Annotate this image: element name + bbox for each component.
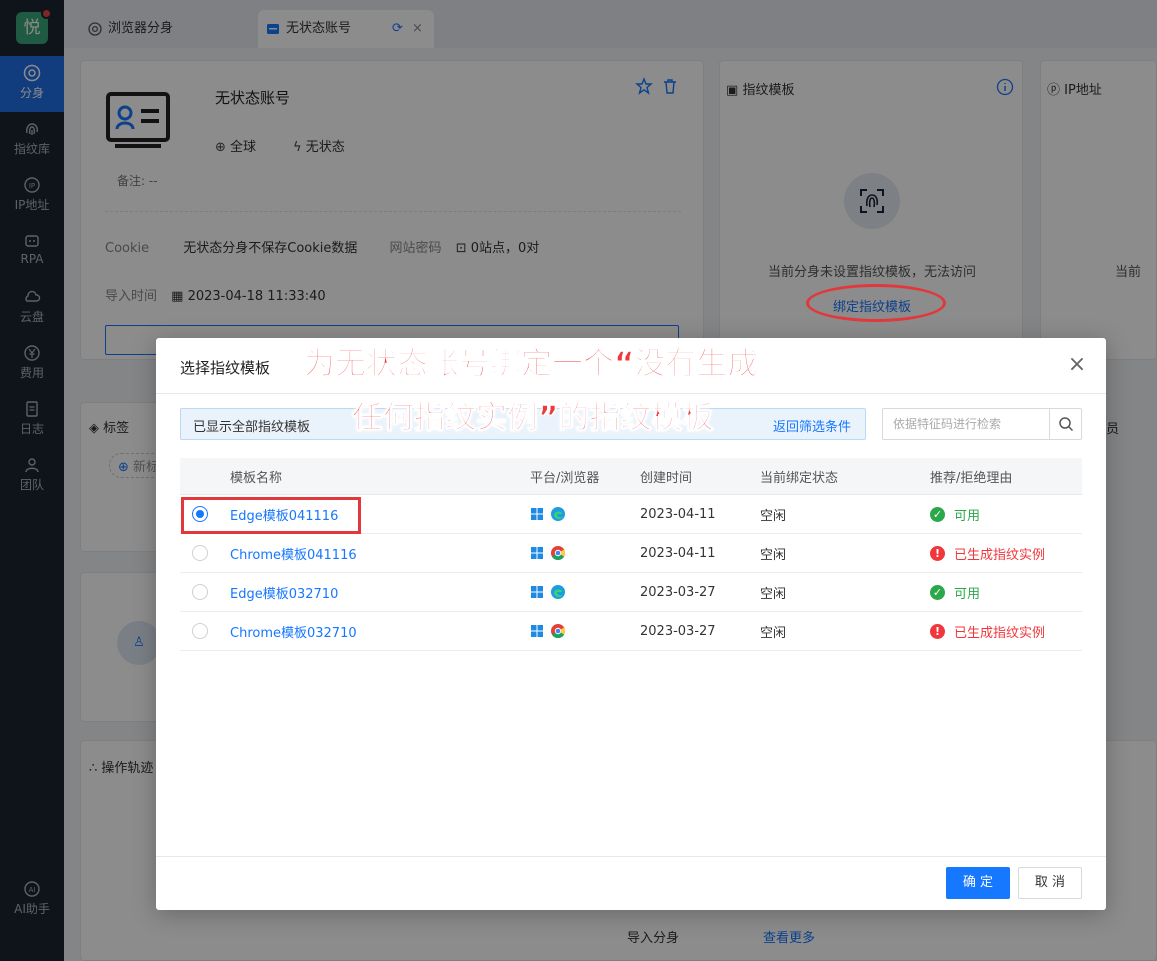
platform-cell (530, 573, 566, 611)
annotation-line-2: 任何指纹实例”的指纹模板 (351, 400, 714, 437)
radio-cell (192, 573, 208, 611)
date-cell: 2023-03-27 (640, 623, 716, 639)
column-header: 平台/浏览器 (530, 470, 600, 486)
template-table: 模板名称 平台/浏览器 创建时间 当前绑定状态 推荐/拒绝理由 Edge模板04… (180, 458, 1082, 651)
search-box (882, 408, 1082, 440)
check-icon: ✓ (930, 584, 945, 600)
table-header: 模板名称 平台/浏览器 创建时间 当前绑定状态 推荐/拒绝理由 (180, 458, 1082, 495)
name-cell: Chrome模板041116 (230, 534, 357, 572)
date-cell: 2023-04-11 (640, 506, 716, 522)
edge-icon (550, 506, 566, 522)
column-header: 当前绑定状态 (760, 470, 839, 486)
reason-badge: ✓ 可用 (930, 505, 980, 524)
column-header: 模板名称 (230, 470, 283, 486)
platform-cell (530, 612, 566, 650)
reason-text: 可用 (954, 508, 981, 524)
warning-icon: ! (930, 623, 945, 639)
reason-cell: ! 已生成指纹实例 (930, 534, 1045, 572)
table-row[interactable]: Edge模板032710 2023-03-27 空闲 ✓ 可用 (180, 573, 1082, 612)
reason-badge: ! 已生成指纹实例 (930, 544, 1045, 563)
status-cell: 空闲 (760, 508, 787, 524)
confirm-button[interactable]: 确 定 (946, 867, 1010, 899)
name-cell: Chrome模板032710 (230, 612, 357, 650)
windows-icon (530, 507, 544, 521)
column-header: 推荐/拒绝理由 (930, 470, 1013, 486)
check-icon: ✓ (930, 506, 945, 522)
template-radio[interactable] (192, 584, 208, 600)
reason-cell: ✓ 可用 (930, 495, 980, 533)
filter-text: 已显示全部指纹模板 (193, 420, 311, 435)
reason-text: 已生成指纹实例 (954, 547, 1046, 563)
close-icon[interactable]: × (1066, 354, 1088, 376)
status-cell: 空闲 (760, 625, 787, 641)
warning-icon: ! (930, 545, 945, 561)
reason-text: 可用 (954, 586, 981, 602)
template-radio[interactable] (192, 623, 208, 639)
name-cell: Edge模板032710 (230, 573, 338, 611)
template-name-link[interactable]: Chrome模板032710 (230, 622, 357, 641)
template-name-link[interactable]: Chrome模板041116 (230, 544, 357, 563)
chrome-icon (550, 545, 566, 561)
platform-cell (530, 495, 566, 533)
date-cell: 2023-04-11 (640, 545, 716, 561)
annotation-line-1: 为无状态账号绑定一个“没有生成 (303, 346, 759, 383)
windows-icon (530, 585, 544, 599)
cancel-button[interactable]: 取 消 (1018, 867, 1082, 899)
modal-title: 选择指纹模板 (180, 359, 271, 377)
date-cell: 2023-03-27 (640, 584, 716, 600)
modal-footer: 确 定 取 消 (156, 856, 1106, 910)
table-row[interactable]: Chrome模板041116 2023-04-11 空闲! 已生成指纹实例 (180, 534, 1082, 573)
chrome-icon (550, 623, 566, 639)
reason-badge: ✓ 可用 (930, 583, 980, 602)
search-button[interactable] (1049, 409, 1081, 439)
platform-cell (530, 534, 566, 572)
windows-icon (530, 624, 544, 638)
reason-cell: ✓ 可用 (930, 573, 980, 611)
search-input[interactable] (883, 409, 1049, 439)
back-to-filter-link[interactable]: 返回筛选条件 (773, 416, 851, 435)
windows-icon (530, 546, 544, 560)
highlight-ellipse (806, 284, 946, 322)
reason-cell: ! 已生成指纹实例 (930, 612, 1045, 650)
reason-badge: ! 已生成指纹实例 (930, 622, 1045, 641)
highlight-box (181, 497, 361, 534)
radio-cell (192, 612, 208, 650)
template-name-link[interactable]: Edge模板032710 (230, 583, 338, 602)
status-cell: 空闲 (760, 586, 787, 602)
column-header: 创建时间 (640, 470, 693, 486)
table-row[interactable]: Chrome模板032710 2023-03-27 空闲! 已生成指纹实例 (180, 612, 1082, 651)
status-cell: 空闲 (760, 547, 787, 563)
reason-text: 已生成指纹实例 (954, 625, 1046, 641)
radio-cell (192, 534, 208, 572)
template-radio[interactable] (192, 545, 208, 561)
edge-icon (550, 584, 566, 600)
search-icon (1059, 417, 1074, 432)
